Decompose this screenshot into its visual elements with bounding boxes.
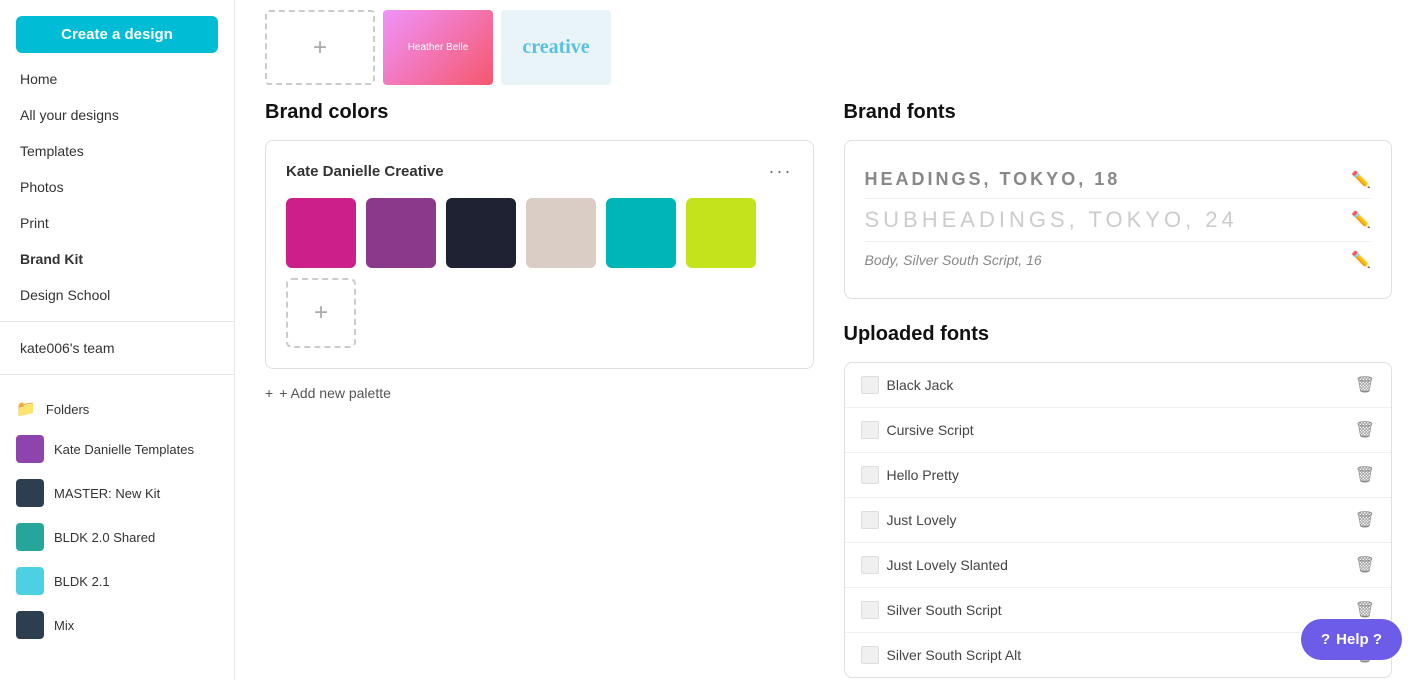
sidebar-item-bldk-shared[interactable]: BLDK 2.0 Shared bbox=[0, 515, 234, 559]
folder-name-bldk-shared: BLDK 2.0 Shared bbox=[54, 530, 155, 545]
color-swatch-teal[interactable] bbox=[606, 198, 676, 268]
folder-thumb-master bbox=[16, 479, 44, 507]
sidebar: Create a design Home All your designs Te… bbox=[0, 0, 235, 680]
delete-cursive-script-button[interactable]: 🗑 bbox=[1355, 420, 1375, 440]
color-swatch-dark-navy[interactable] bbox=[446, 198, 516, 268]
font-broken-img-silver-south-alt bbox=[861, 646, 879, 664]
help-label: Help ? bbox=[1336, 631, 1382, 648]
font-name-silver-south-script: Silver South Script bbox=[861, 601, 1002, 619]
folders-label: Folders bbox=[46, 402, 89, 417]
sidebar-item-kate-danielle-templates[interactable]: Kate Danielle Templates bbox=[0, 427, 234, 471]
font-broken-img-cursive bbox=[861, 421, 879, 439]
fonts-column: Brand fonts HEADINGS, TOKYO, 18 ✏️ SUBHE… bbox=[844, 101, 1393, 678]
team-label: kate006's team bbox=[0, 330, 234, 366]
font-broken-img-just-lovely bbox=[861, 511, 879, 529]
font-name-hello-pretty: Hello Pretty bbox=[861, 466, 959, 484]
colors-grid: + bbox=[286, 198, 793, 348]
image-creative: creative bbox=[501, 10, 611, 85]
sidebar-item-photos[interactable]: Photos bbox=[0, 169, 234, 205]
font-broken-img-hello-pretty bbox=[861, 466, 879, 484]
palette-card: Kate Danielle Creative ··· + bbox=[265, 140, 814, 369]
brand-colors-title: Brand colors bbox=[265, 101, 814, 124]
font-row-subheadings: SUBHEADINGS, TOKYO, 24 ✏️ bbox=[865, 199, 1372, 242]
uploaded-fonts-title: Uploaded fonts bbox=[844, 323, 1393, 346]
folder-name-master: MASTER: New Kit bbox=[54, 486, 160, 501]
list-item: Hello Pretty 🗑 bbox=[845, 453, 1392, 498]
folder-icon: 📁 bbox=[16, 399, 36, 419]
folders-section: 📁 Folders Kate Danielle Templates MASTER… bbox=[0, 383, 234, 655]
delete-just-lovely-slanted-button[interactable]: 🗑 bbox=[1355, 555, 1375, 575]
creative-text: creative bbox=[522, 36, 589, 59]
delete-hello-pretty-button[interactable]: 🗑 bbox=[1355, 465, 1375, 485]
folder-thumb-bldk-21 bbox=[16, 567, 44, 595]
sidebar-item-design-school[interactable]: Design School bbox=[0, 277, 234, 313]
folder-name-bldk-21: BLDK 2.1 bbox=[54, 574, 110, 589]
add-color-button[interactable]: + bbox=[286, 278, 356, 348]
sidebar-divider bbox=[0, 321, 234, 322]
sidebar-divider-2 bbox=[0, 374, 234, 375]
add-palette-label: + Add new palette bbox=[279, 385, 391, 401]
list-item: Cursive Script 🗑 bbox=[845, 408, 1392, 453]
delete-silver-south-button[interactable]: 🗑 bbox=[1355, 600, 1375, 620]
help-button[interactable]: ? Help ? bbox=[1301, 619, 1402, 660]
color-swatch-magenta[interactable] bbox=[286, 198, 356, 268]
font-preview-body: Body, Silver South Script, 16 bbox=[865, 252, 1042, 268]
edit-body-button[interactable]: ✏️ bbox=[1351, 250, 1371, 270]
sidebar-nav: Home All your designs Templates Photos P… bbox=[0, 61, 234, 313]
palette-header: Kate Danielle Creative ··· bbox=[286, 161, 793, 182]
list-item: Just Lovely Slanted 🗑 bbox=[845, 543, 1392, 588]
create-design-button[interactable]: Create a design bbox=[16, 16, 218, 53]
brand-colors-column: Brand colors Kate Danielle Creative ··· … bbox=[265, 101, 814, 678]
brand-fonts-title: Brand fonts bbox=[844, 101, 1393, 124]
font-name-just-lovely: Just Lovely bbox=[861, 511, 957, 529]
font-row-headings: HEADINGS, TOKYO, 18 ✏️ bbox=[865, 161, 1372, 199]
sidebar-item-templates[interactable]: Templates bbox=[0, 133, 234, 169]
two-col-layout: Brand colors Kate Danielle Creative ··· … bbox=[265, 101, 1392, 678]
folder-name-kate-danielle: Kate Danielle Templates bbox=[54, 442, 194, 457]
delete-just-lovely-button[interactable]: 🗑 bbox=[1355, 510, 1375, 530]
list-item: Black Jack 🗑 bbox=[845, 363, 1392, 408]
palette-options-button[interactable]: ··· bbox=[769, 161, 793, 182]
edit-subheadings-button[interactable]: ✏️ bbox=[1351, 210, 1371, 230]
color-swatch-lime[interactable] bbox=[686, 198, 756, 268]
font-preview-headings: HEADINGS, TOKYO, 18 bbox=[865, 169, 1121, 190]
add-palette-button[interactable]: + + Add new palette bbox=[265, 385, 391, 401]
folder-thumb-kate-danielle bbox=[16, 435, 44, 463]
font-preview-subheadings: SUBHEADINGS, TOKYO, 24 bbox=[865, 207, 1238, 233]
font-name-silver-south-script-alt: Silver South Script Alt bbox=[861, 646, 1022, 664]
color-swatch-beige[interactable] bbox=[526, 198, 596, 268]
sidebar-item-folders[interactable]: 📁 Folders bbox=[0, 391, 234, 427]
brand-fonts-card: HEADINGS, TOKYO, 18 ✏️ SUBHEADINGS, TOKY… bbox=[844, 140, 1393, 299]
sidebar-item-master-new-kit[interactable]: MASTER: New Kit bbox=[0, 471, 234, 515]
font-broken-img-just-lovely-slanted bbox=[861, 556, 879, 574]
font-broken-img-black-jack bbox=[861, 376, 879, 394]
font-broken-img-silver-south bbox=[861, 601, 879, 619]
font-name-just-lovely-slanted: Just Lovely Slanted bbox=[861, 556, 1008, 574]
help-icon: ? bbox=[1321, 631, 1330, 648]
folder-thumb-mix bbox=[16, 611, 44, 639]
sidebar-item-home[interactable]: Home bbox=[0, 61, 234, 97]
image-person: Heather Belle bbox=[383, 10, 493, 85]
folder-thumb-bldk-shared bbox=[16, 523, 44, 551]
sidebar-item-print[interactable]: Print bbox=[0, 205, 234, 241]
delete-black-jack-button[interactable]: 🗑 bbox=[1355, 375, 1375, 395]
sidebar-item-mix[interactable]: Mix bbox=[0, 603, 234, 647]
edit-headings-button[interactable]: ✏️ bbox=[1351, 170, 1371, 190]
folder-name-mix: Mix bbox=[54, 618, 74, 633]
font-name-cursive-script: Cursive Script bbox=[861, 421, 974, 439]
font-row-body: Body, Silver South Script, 16 ✏️ bbox=[865, 242, 1372, 278]
main-content: + Heather Belle creative Brand colors Ka… bbox=[235, 0, 1422, 680]
sidebar-item-brand-kit[interactable]: Brand Kit bbox=[0, 241, 234, 277]
images-strip: + Heather Belle creative bbox=[265, 0, 1392, 101]
add-image-placeholder[interactable]: + bbox=[265, 10, 375, 85]
color-swatch-purple[interactable] bbox=[366, 198, 436, 268]
palette-name: Kate Danielle Creative bbox=[286, 163, 444, 180]
add-palette-icon: + bbox=[265, 385, 273, 401]
list-item: Just Lovely 🗑 bbox=[845, 498, 1392, 543]
sidebar-item-all-your-designs[interactable]: All your designs bbox=[0, 97, 234, 133]
sidebar-item-bldk-21[interactable]: BLDK 2.1 bbox=[0, 559, 234, 603]
font-name-black-jack: Black Jack bbox=[861, 376, 954, 394]
